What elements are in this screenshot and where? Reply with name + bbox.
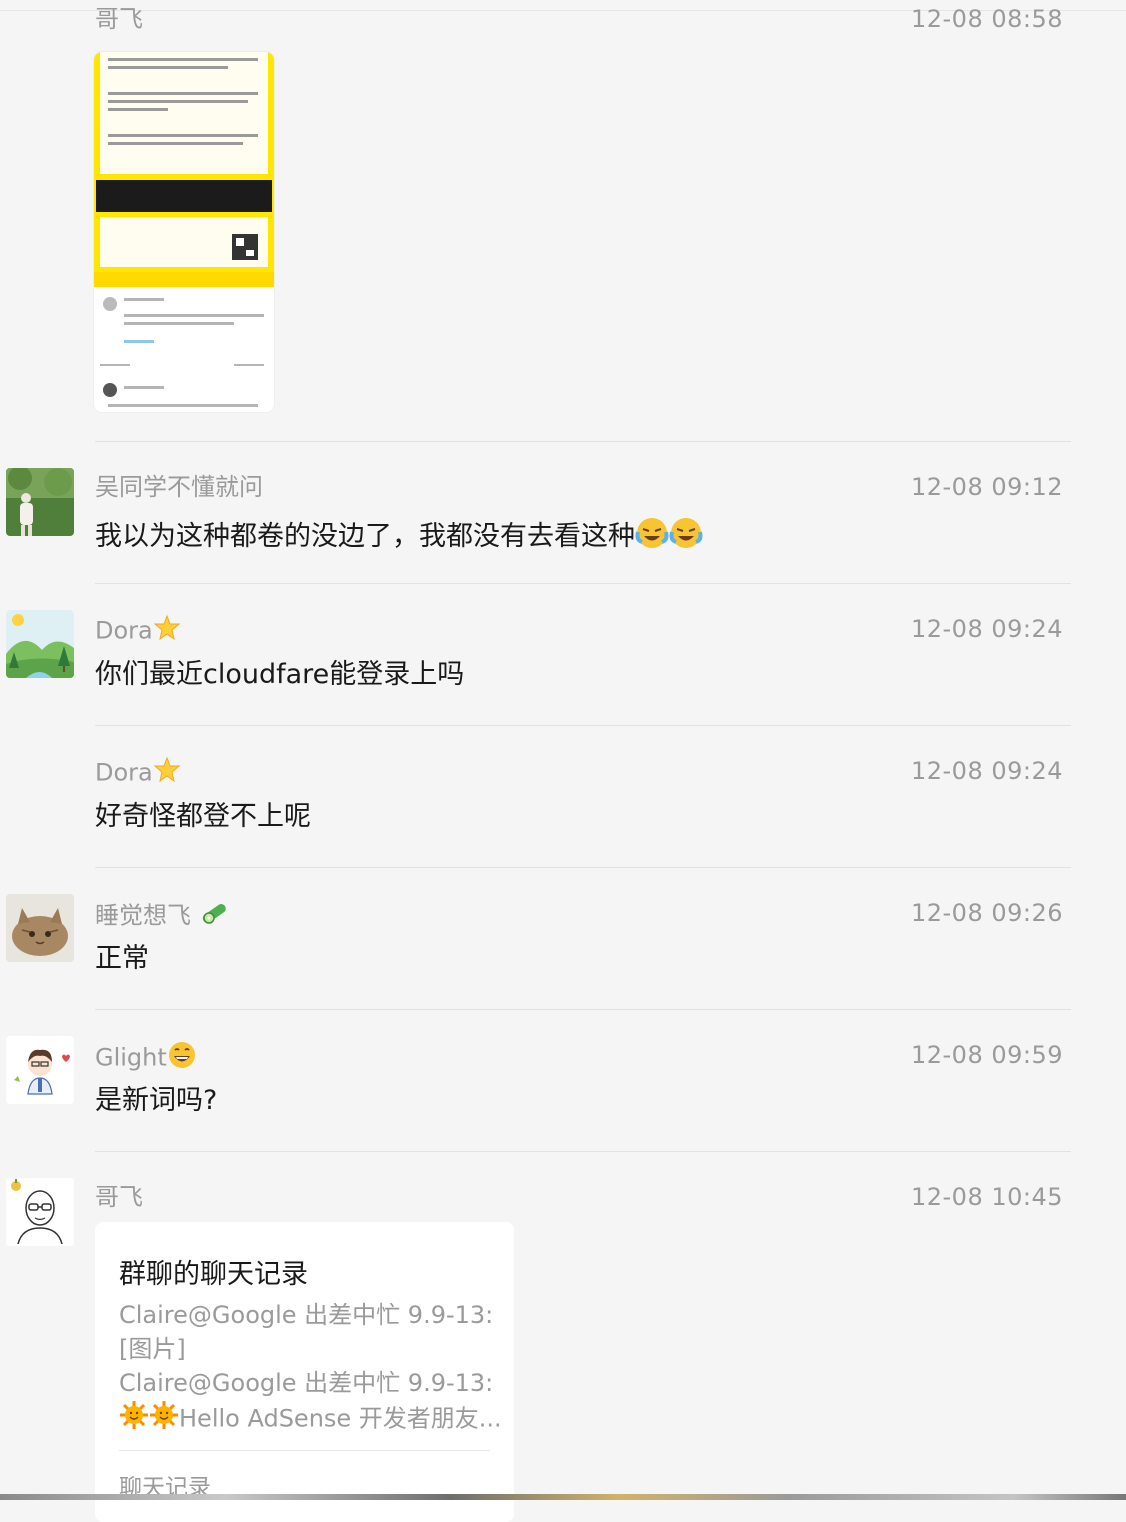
grinning-emoji [167, 1040, 197, 1077]
sender-name-text: Dora [95, 758, 153, 787]
message-text: 好奇怪都登不上呢 [95, 801, 311, 832]
chat-record-card[interactable]: 群聊的聊天记录 Claire@Google 出差中忙 9.9-13: [图片] … [95, 1222, 514, 1522]
message-time: 12-08 09:59 [910, 1041, 1063, 1069]
laugh-cry-emoji [669, 516, 703, 559]
sender-name[interactable]: 哥飞 [95, 4, 143, 34]
cartoon-boy-avatar-image [6, 1036, 74, 1104]
sender-name-text: Dora [95, 616, 153, 645]
glowing-star-emoji [153, 756, 181, 791]
message-text-content: 我以为这种都卷的没边了，我都没有去看这种 [95, 521, 635, 552]
chat-record-line-text: Hello AdSense 开发者朋友... [179, 1404, 502, 1433]
cucumber-emoji [199, 898, 229, 935]
bald-man-sketch-avatar-image [6, 1178, 74, 1246]
message-divider [95, 725, 1071, 726]
message-time: 12-08 08:58 [910, 5, 1063, 33]
avatar[interactable] [6, 468, 74, 536]
laugh-cry-emoji [635, 516, 669, 559]
cat-avatar-image [6, 894, 74, 962]
landscape-avatar-image [6, 610, 74, 678]
avatar[interactable] [6, 1036, 74, 1104]
message-text: 你们最近cloudfare能登录上吗 [95, 659, 465, 690]
window-bottom-edge [0, 1494, 1126, 1500]
message-divider [95, 583, 1071, 584]
avatar[interactable] [6, 610, 74, 678]
message-time: 12-08 09:24 [910, 615, 1063, 643]
message-text: 是新词吗? [95, 1085, 218, 1116]
chat-record-divider [119, 1450, 490, 1451]
sun-emoji [149, 1400, 179, 1439]
message-divider [95, 441, 1071, 442]
sender-name[interactable]: Dora [95, 756, 181, 791]
image-attachment[interactable] [94, 52, 274, 412]
glowing-star-emoji [153, 614, 181, 649]
message-time: 12-08 09:24 [910, 757, 1063, 785]
sender-name[interactable]: Glight [95, 1040, 197, 1077]
chat-record-line: [图片] [119, 1335, 186, 1363]
sender-name[interactable]: Dora [95, 614, 181, 649]
message-divider [95, 1009, 1071, 1010]
avatar[interactable] [6, 1178, 74, 1246]
message-divider [95, 867, 1071, 868]
message-time: 12-08 09:26 [910, 899, 1063, 927]
sun-emoji [119, 1400, 149, 1439]
message-time: 12-08 09:12 [910, 473, 1063, 501]
chat-record-line: Claire@Google 出差中忙 9.9-13: [119, 1369, 494, 1397]
sender-name[interactable]: 哥飞 [95, 1182, 143, 1212]
person-in-garden-avatar-image [6, 468, 74, 536]
chat-record-title: 群聊的聊天记录 [119, 1259, 308, 1290]
chat-record-line: Claire@Google 出差中忙 9.9-13: [119, 1301, 494, 1329]
screenshot-thumbnail-image [94, 52, 274, 412]
sender-name-text: Glight [95, 1043, 167, 1072]
sender-name-text: 睡觉想飞 [95, 901, 191, 930]
sender-name[interactable]: 睡觉想飞 [95, 898, 229, 935]
chat-record-line: Hello AdSense 开发者朋友... [119, 1400, 502, 1439]
avatar[interactable] [6, 894, 74, 962]
sender-name[interactable]: 吴同学不懂就问 [95, 472, 263, 502]
message-time: 12-08 10:45 [910, 1183, 1063, 1211]
message-divider [95, 1151, 1071, 1152]
message-text: 我以为这种都卷的没边了，我都没有去看这种 [95, 516, 703, 559]
message-text: 正常 [95, 943, 149, 974]
